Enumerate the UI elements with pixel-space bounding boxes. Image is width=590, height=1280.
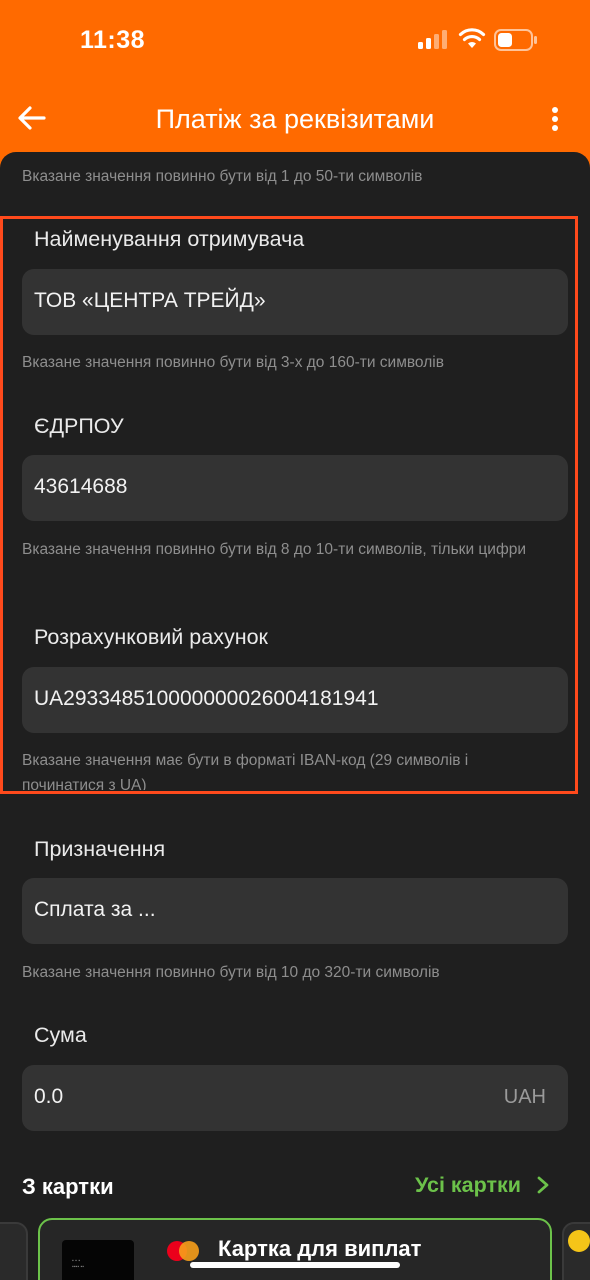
cellular-signal-icon — [418, 29, 450, 49]
battery-icon — [494, 29, 537, 51]
card-name: Картка для виплат — [218, 1236, 422, 1261]
chevron-right-icon — [537, 1176, 549, 1194]
edrpou-input[interactable]: 43614688 — [22, 455, 568, 521]
purpose-input[interactable]: Сплата за ... — [22, 878, 568, 944]
status-time: 11:38 — [80, 26, 146, 54]
amount-input[interactable]: 0.0 UAH — [22, 1065, 568, 1131]
account-value: UA293348510000000026004181941 — [34, 687, 379, 710]
edrpou-value: 43614688 — [34, 475, 128, 498]
wifi-icon — [458, 28, 486, 48]
recipient-hint: Вказане значення повинно бути від 3-х до… — [22, 354, 444, 371]
card-item-selected[interactable]: ▪ ▪ ▪ ▪▪▪▪ ▪▪ Картка для виплат — [38, 1218, 552, 1280]
recipient-label: Найменування отримувача — [34, 227, 305, 251]
more-vertical-icon[interactable] — [540, 104, 570, 134]
field-hint: Вказане значення повинно бути від 1 до 5… — [22, 168, 423, 185]
page-title: Платіж за реквізитами — [155, 104, 435, 134]
account-label: Розрахунковий рахунок — [34, 625, 268, 649]
edrpou-hint: Вказане значення повинно бути від 8 до 1… — [22, 541, 526, 558]
recipient-name-value: ТОВ «ЦЕНТРА ТРЕЙД» — [34, 289, 266, 312]
cards-section-title: З картки — [22, 1174, 114, 1199]
card-item-next[interactable] — [562, 1222, 590, 1280]
card-image: ▪ ▪ ▪ ▪▪▪▪ ▪▪ — [62, 1240, 134, 1280]
purpose-value: Сплата за ... — [34, 898, 156, 921]
account-input[interactable]: UA293348510000000026004181941 — [22, 667, 568, 733]
edrpou-label: ЄДРПОУ — [34, 414, 124, 438]
payment-form: Вказане значення повинно бути від 1 до 5… — [0, 152, 590, 1280]
purpose-hint: Вказане значення повинно бути від 10 до … — [22, 964, 440, 981]
amount-value: 0.0 — [34, 1085, 64, 1108]
account-hint: Вказане значення має бути в форматі IBAN… — [22, 752, 469, 790]
amount-label: Сума — [34, 1023, 87, 1047]
navigation-bar: Платіж за реквізитами — [0, 90, 590, 152]
recipient-name-input[interactable]: ТОВ «ЦЕНТРА ТРЕЙД» — [22, 269, 568, 335]
all-cards-link[interactable]: Усі картки — [415, 1170, 551, 1200]
status-bar: 11:38 — [0, 0, 590, 90]
home-indicator — [190, 1262, 400, 1268]
currency-label: UAH — [503, 1086, 546, 1108]
purpose-label: Призначення — [34, 837, 166, 861]
all-cards-label: Усі картки — [415, 1172, 521, 1197]
mastercard-icon — [167, 1241, 199, 1261]
star-icon — [568, 1230, 590, 1252]
card-item-previous[interactable] — [0, 1222, 28, 1280]
